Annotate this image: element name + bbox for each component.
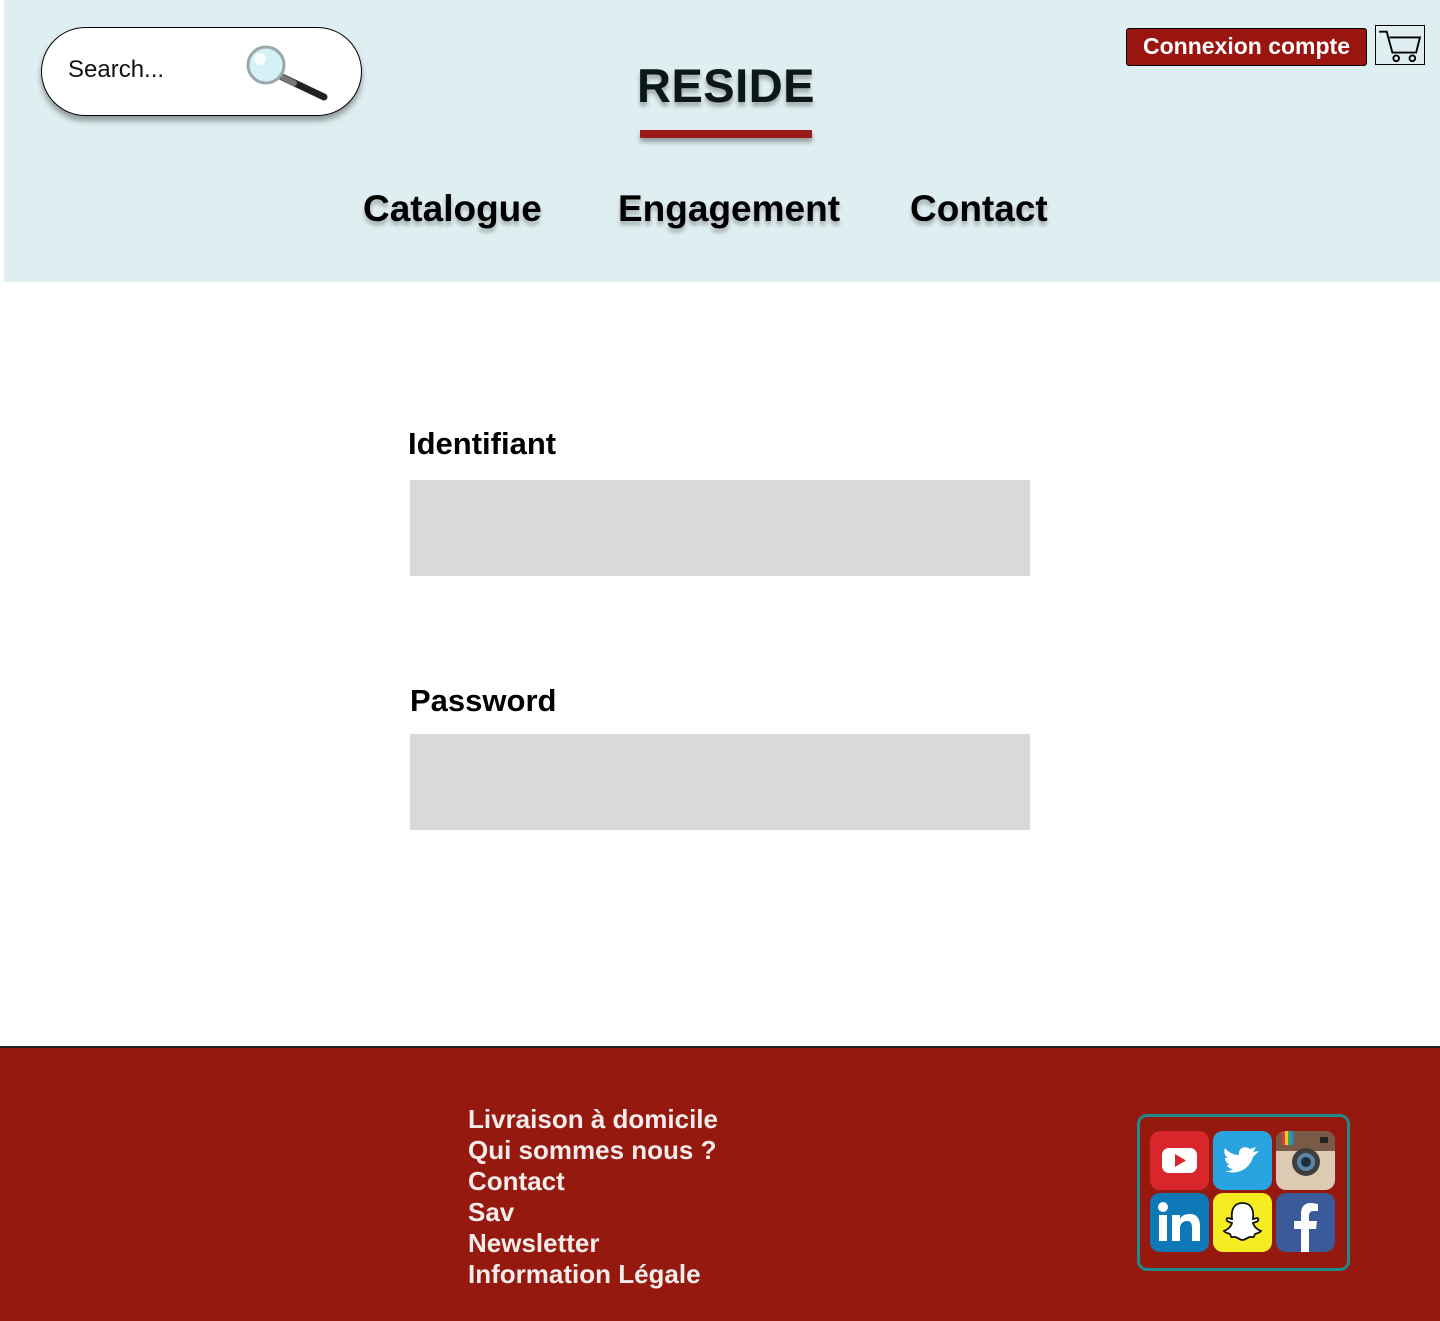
nav-contact[interactable]: Contact [910,188,1048,230]
footer-link-about[interactable]: Qui sommes nous ? [468,1135,718,1166]
identifier-label: Identifiant [408,426,557,461]
identifier-input[interactable] [410,480,1030,576]
password-label: Password [410,683,557,718]
instagram-icon[interactable] [1276,1131,1335,1190]
search-box[interactable]: Search... [41,27,362,116]
footer-link-delivery[interactable]: Livraison à domicile [468,1104,718,1135]
magnifying-glass-icon[interactable] [244,45,334,103]
footer-link-contact[interactable]: Contact [468,1166,718,1197]
linkedin-icon[interactable] [1150,1193,1209,1252]
social-links [1137,1114,1350,1271]
login-button[interactable]: Connexion compte [1126,28,1367,66]
site-logo[interactable]: RESIDE [604,58,848,113]
facebook-icon[interactable] [1276,1193,1335,1252]
snapchat-icon[interactable] [1213,1193,1272,1252]
search-placeholder[interactable]: Search... [68,56,164,84]
site-header: Search... RESIDE Connexion compte Catalo… [4,0,1440,282]
footer-links: Livraison à domicile Qui sommes nous ? C… [468,1104,718,1290]
logo-underline [640,130,812,138]
site-footer: Livraison à domicile Qui sommes nous ? C… [0,1046,1440,1321]
shopping-cart-icon[interactable] [1375,25,1425,65]
footer-link-newsletter[interactable]: Newsletter [468,1228,718,1259]
nav-catalogue[interactable]: Catalogue [363,188,542,230]
password-input[interactable] [410,734,1030,830]
nav-engagement[interactable]: Engagement [618,188,840,230]
youtube-icon[interactable] [1150,1131,1209,1190]
footer-link-legal[interactable]: Information Légale [468,1259,718,1290]
footer-link-sav[interactable]: Sav [468,1197,718,1228]
twitter-icon[interactable] [1213,1131,1272,1190]
